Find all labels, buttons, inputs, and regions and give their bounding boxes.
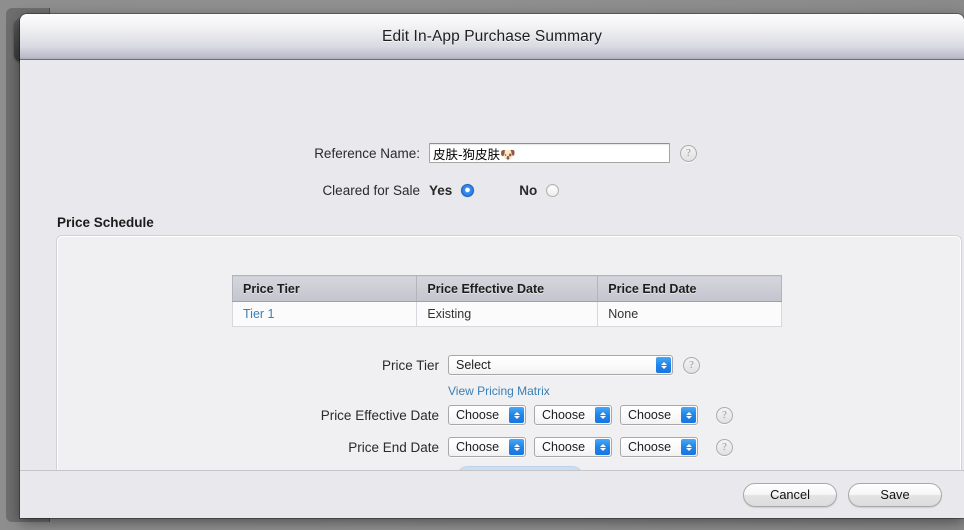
price-end-date-row: Price End Date Choose Choose Choose ? <box>58 436 960 458</box>
price-schedule-panel: Price Tier Price Effective Date Price En… <box>57 236 961 491</box>
price-effective-date-month-select[interactable]: Choose <box>448 405 526 425</box>
cleared-for-sale-radio-group: Yes No <box>429 182 560 198</box>
chevron-updown-icon <box>595 407 610 423</box>
cell-price-end-date: None <box>597 301 782 327</box>
price-end-date-label: Price End Date <box>348 439 439 455</box>
column-header-price-tier: Price Tier <box>231 275 418 302</box>
price-effective-date-year-value: Choose <box>628 408 672 422</box>
price-schedule-table: Price Tier Price Effective Date Price En… <box>231 275 782 327</box>
price-effective-date-year-select[interactable]: Choose <box>620 405 698 425</box>
price-end-date-help-icon[interactable]: ? <box>716 438 733 456</box>
cleared-for-sale-label: Cleared for Sale <box>322 182 420 198</box>
radio-yes-icon[interactable] <box>461 183 475 197</box>
chevron-updown-icon <box>509 407 524 423</box>
reference-name-input[interactable] <box>429 143 670 163</box>
table-row: Tier 1 Existing None <box>231 301 782 327</box>
price-effective-date-day-select[interactable]: Choose <box>534 405 612 425</box>
dialog-footer: Cancel Save <box>20 471 964 518</box>
reference-name-row: Reference Name: ? <box>20 141 964 165</box>
cleared-for-sale-row: Cleared for Sale Yes No <box>20 178 964 202</box>
price-tier-select-value: Select <box>456 358 491 372</box>
chevron-updown-icon <box>509 439 524 455</box>
price-effective-date-label: Price Effective Date <box>320 407 439 423</box>
table-header-row: Price Tier Price Effective Date Price En… <box>231 275 782 302</box>
reference-name-label: Reference Name: <box>314 145 420 161</box>
cleared-for-sale-no[interactable]: No <box>519 182 560 198</box>
cell-price-effective-date: Existing <box>416 301 599 327</box>
cancel-button[interactable]: Cancel <box>743 483 837 507</box>
dialog-body: Reference Name: ? Cleared for Sale Yes N… <box>20 60 964 518</box>
chevron-updown-icon <box>595 439 610 455</box>
cleared-for-sale-yes-label: Yes <box>429 182 453 198</box>
price-effective-date-help-icon[interactable]: ? <box>716 406 733 424</box>
price-effective-date-month-value: Choose <box>456 408 500 422</box>
chevron-updown-icon <box>681 439 696 455</box>
pricing-matrix-row: View Pricing Matrix <box>58 380 960 402</box>
column-header-price-end-date: Price End Date <box>597 275 782 302</box>
dialog-titlebar: Edit In-App Purchase Summary <box>20 14 964 60</box>
dialog-title: Edit In-App Purchase Summary <box>382 27 602 45</box>
view-pricing-matrix-link[interactable]: View Pricing Matrix <box>448 384 550 398</box>
price-end-date-month-select[interactable]: Choose <box>448 437 526 457</box>
chevron-updown-icon <box>656 357 671 373</box>
save-button[interactable]: Save <box>848 483 942 507</box>
price-end-date-day-value: Choose <box>542 440 586 454</box>
price-tier-label: Price Tier <box>381 357 439 373</box>
price-tier-select[interactable]: Select <box>448 355 673 375</box>
cleared-for-sale-yes[interactable]: Yes <box>429 182 475 198</box>
price-effective-date-day-value: Choose <box>542 408 586 422</box>
radio-no-icon[interactable] <box>546 183 560 197</box>
price-schedule-heading: Price Schedule <box>57 215 154 230</box>
column-header-price-effective-date: Price Effective Date <box>416 275 599 302</box>
chevron-updown-icon <box>681 407 696 423</box>
edit-in-app-purchase-dialog: Edit In-App Purchase Summary Reference N… <box>20 14 964 518</box>
reference-name-help-icon[interactable]: ? <box>680 144 697 162</box>
price-end-date-year-value: Choose <box>628 440 672 454</box>
price-tier-row: Price Tier Select ? <box>58 354 960 376</box>
price-end-date-year-select[interactable]: Choose <box>620 437 698 457</box>
price-effective-date-row: Price Effective Date Choose Choose Choos… <box>58 404 960 426</box>
cleared-for-sale-no-label: No <box>519 182 538 198</box>
cell-price-tier-link[interactable]: Tier 1 <box>231 301 418 327</box>
price-end-date-day-select[interactable]: Choose <box>534 437 612 457</box>
price-tier-help-icon[interactable]: ? <box>683 356 700 374</box>
price-end-date-month-value: Choose <box>456 440 500 454</box>
